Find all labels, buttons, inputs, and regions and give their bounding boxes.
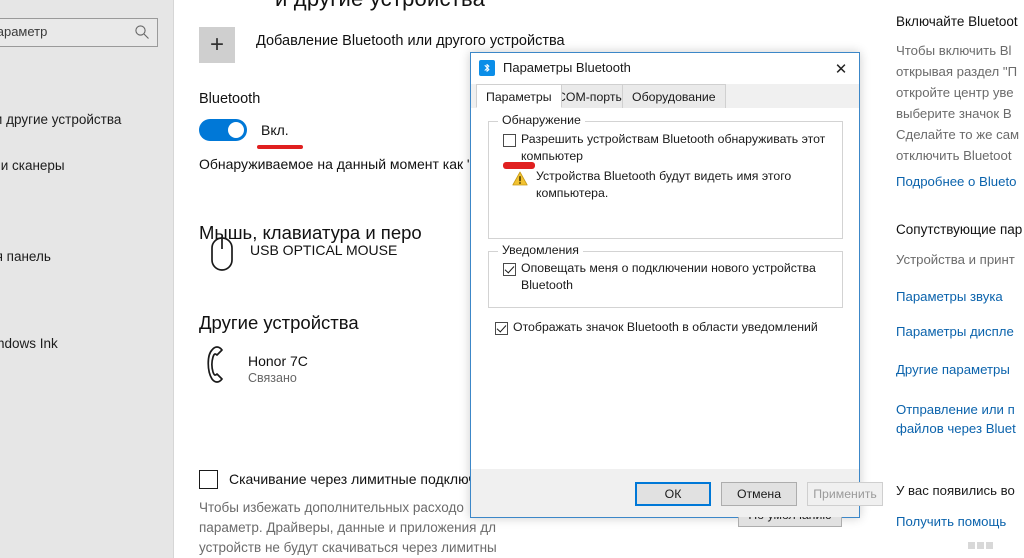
right-panel-body-related: Устройства и принт bbox=[896, 252, 1015, 267]
annotation-mark-discovery bbox=[503, 162, 535, 169]
close-icon[interactable]: ✕ bbox=[827, 57, 855, 81]
plus-icon: + bbox=[199, 27, 235, 63]
phone-icon bbox=[207, 346, 223, 383]
notifications-groupbox-legend: Уведомления bbox=[498, 243, 583, 257]
search-icon bbox=[135, 25, 149, 39]
dialog-title: Параметры Bluetooth bbox=[503, 60, 631, 75]
dialog-titlebar[interactable]: Параметры Bluetooth ✕ bbox=[471, 53, 859, 84]
metered-connections-label: Скачивание через лимитные подключ bbox=[229, 471, 476, 487]
discoverable-text: Обнаруживаемое на данный момент как " bbox=[199, 156, 472, 172]
link-sound-settings[interactable]: Параметры звука bbox=[896, 287, 1003, 306]
bluetooth-toggle[interactable] bbox=[199, 119, 247, 141]
ok-button[interactable]: ОК bbox=[635, 482, 711, 506]
add-device-label: Добавление Bluetooth или другого устройс… bbox=[256, 33, 565, 49]
notifications-groupbox: Уведомления Оповещать меня о подключении… bbox=[488, 243, 843, 308]
link-other-settings[interactable]: Другие параметры bbox=[896, 360, 1010, 379]
discovery-warning-text: Устройства Bluetooth будут видеть имя эт… bbox=[536, 169, 792, 200]
right-panel-questions-text: У вас появились во bbox=[896, 483, 1015, 498]
bluetooth-settings-dialog: Параметры Bluetooth ✕ Параметры COM-порт… bbox=[470, 52, 883, 527]
right-panel-heading-related: Сопутствующие пар bbox=[896, 222, 1023, 237]
dialog-footer: ОК Отмена Применить bbox=[471, 469, 883, 517]
mouse-icon bbox=[211, 237, 233, 271]
dialog-body: Обнаружение Разрешить устройствам Blueto… bbox=[471, 108, 859, 527]
show-tray-icon-label: Отображать значок Bluetooth в области ув… bbox=[513, 320, 818, 334]
allow-discovery-checkbox[interactable] bbox=[503, 134, 516, 147]
device-name: Honor 7C bbox=[248, 353, 308, 369]
sidebar-item-touchpad[interactable]: Сенсорная панель bbox=[0, 249, 184, 264]
link-send-receive-files[interactable]: Отправление или п файлов через Bluet bbox=[896, 400, 1016, 438]
dialog-tabstrip: Параметры COM-порты Оборудование bbox=[471, 84, 859, 109]
right-panel-heading-bluetooth: Включайте Bluetoot bbox=[896, 14, 1018, 29]
annotation-underline-toggle bbox=[257, 145, 303, 149]
show-tray-icon-checkbox[interactable] bbox=[495, 322, 508, 335]
device-name: USB OPTICAL MOUSE bbox=[250, 242, 398, 258]
apply-button[interactable]: Применить bbox=[807, 482, 883, 506]
page-title: и другие устройства bbox=[275, 0, 485, 12]
bluetooth-icon bbox=[479, 60, 495, 76]
notify-new-device-label: Оповещать меня о подключении нового устр… bbox=[521, 261, 816, 292]
discovery-groupbox-legend: Обнаружение bbox=[498, 113, 585, 127]
search-input[interactable]: Найти параметр bbox=[0, 18, 158, 47]
cancel-button[interactable]: Отмена bbox=[721, 482, 797, 506]
sidebar-item-printers[interactable]: Принтеры и сканеры bbox=[0, 158, 184, 173]
warning-icon bbox=[512, 171, 528, 186]
toggle-knob bbox=[228, 122, 244, 138]
notify-new-device-checkbox[interactable] bbox=[503, 263, 516, 276]
link-display-settings[interactable]: Параметры дисплe bbox=[896, 322, 1014, 341]
link-get-help[interactable]: Получить помощь bbox=[896, 512, 1006, 531]
right-panel-body-bluetooth: Чтобы включить Bl открывая раздел "П отк… bbox=[896, 43, 1020, 163]
allow-discovery-label: Разрешить устройствам Bluetooth обнаружи… bbox=[521, 132, 826, 163]
tab-hardware[interactable]: Оборудование bbox=[622, 84, 726, 108]
sidebar-item-pen-windows-ink[interactable]: Перо и Windows Ink bbox=[0, 336, 184, 351]
link-learn-more-bluetooth[interactable]: Подробнее о Bluetо bbox=[896, 172, 1016, 191]
section-heading-other-devices: Другие устройства bbox=[199, 312, 359, 333]
tab-parameters[interactable]: Параметры bbox=[476, 84, 562, 108]
loading-dots-icon bbox=[968, 536, 998, 549]
bluetooth-toggle-state: Вкл. bbox=[261, 122, 289, 138]
bluetooth-section-label: Bluetooth bbox=[199, 91, 261, 107]
search-placeholder: Найти параметр bbox=[0, 24, 48, 39]
right-info-panel: Включайте Bluetoot Чтобы включить Bl отк… bbox=[886, 0, 1024, 558]
metered-connections-checkbox[interactable] bbox=[199, 470, 218, 489]
sidebar-item-bluetooth[interactable]: Bluetooth и другие устройства bbox=[0, 112, 184, 127]
left-sidebar: Найти параметр Bluetooth и другие устрой… bbox=[0, 0, 174, 558]
discovery-groupbox: Обнаружение Разрешить устройствам Blueto… bbox=[488, 113, 843, 239]
device-status: Связано bbox=[248, 371, 297, 385]
settings-window: Найти параметр Bluetooth и другие устрой… bbox=[0, 0, 1024, 558]
